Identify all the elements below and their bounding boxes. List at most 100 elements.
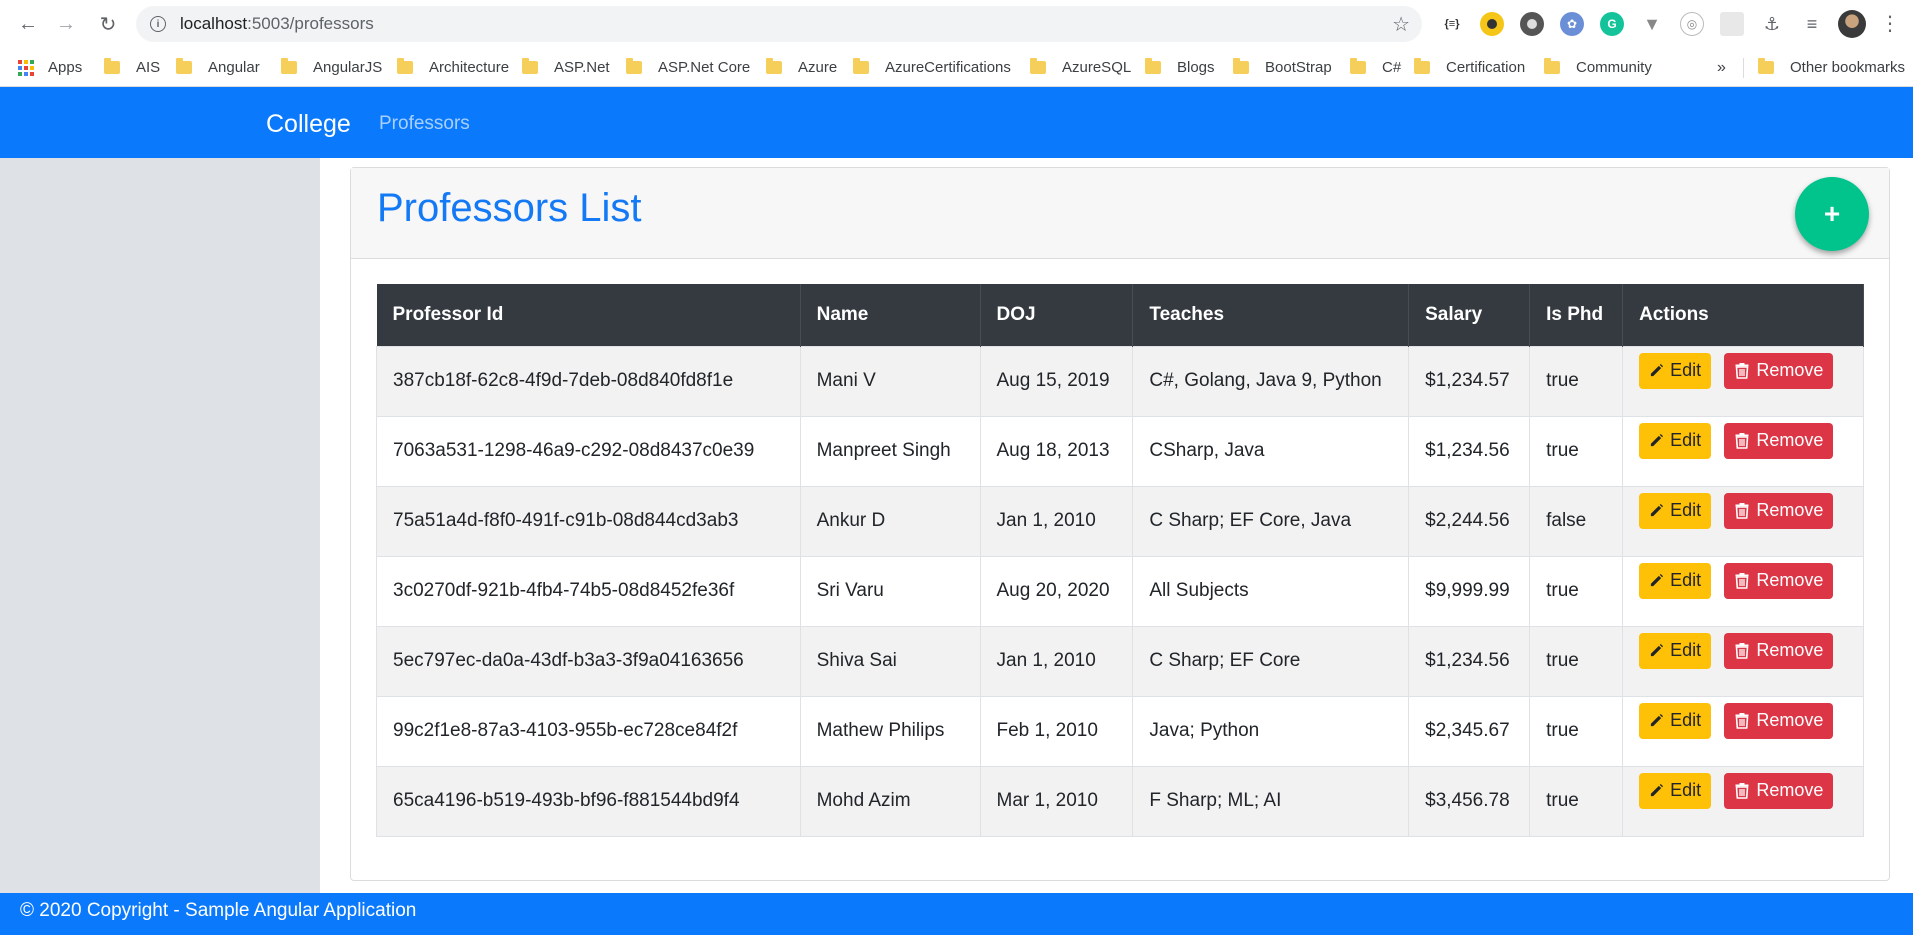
bookmark-apps[interactable]: Apps bbox=[18, 48, 82, 87]
remove-button[interactable]: Remove bbox=[1724, 772, 1834, 809]
edit-button-label: Edit bbox=[1670, 780, 1702, 800]
salary-cell: $2,244.56 bbox=[1408, 485, 1531, 556]
bookmark-azurecertifications[interactable]: AzureCertifications bbox=[853, 48, 1011, 87]
vue-devtools-icon[interactable]: ▼ bbox=[1640, 12, 1664, 36]
teaches-cell: CSharp, Java bbox=[1132, 415, 1410, 486]
pencil-icon bbox=[1649, 783, 1664, 798]
bookmark-azuresql[interactable]: AzureSQL bbox=[1030, 48, 1131, 87]
doj-cell: Jan 1, 2010 bbox=[980, 625, 1134, 696]
bookmark-angularjs[interactable]: AngularJS bbox=[281, 48, 382, 87]
pencil-icon bbox=[1649, 713, 1664, 728]
bookmarks-bar: Apps AIS Angular AngularJS Architecture … bbox=[0, 48, 1913, 87]
edit-button-label: Edit bbox=[1670, 710, 1702, 730]
bookmark-csharp[interactable]: C# bbox=[1350, 48, 1401, 87]
edit-button[interactable]: Edit bbox=[1639, 772, 1712, 809]
brand-link[interactable]: College bbox=[266, 110, 351, 139]
table-row: 99c2f1e8-87a3-4103-955b-ec728ce84f2f Mat… bbox=[376, 695, 1864, 766]
actions-cell: Edit Remove bbox=[1622, 555, 1864, 626]
folder-icon bbox=[626, 58, 642, 74]
extension-feather-icon[interactable]: ✿ bbox=[1560, 12, 1584, 36]
folder-icon bbox=[1030, 58, 1046, 74]
remove-button-label: Remove bbox=[1756, 430, 1824, 450]
pencil-icon bbox=[1649, 363, 1664, 378]
pencil-icon bbox=[1649, 433, 1664, 448]
pencil-icon bbox=[1649, 503, 1664, 518]
bookmark-other-bookmarks[interactable]: Other bookmarks bbox=[1758, 48, 1905, 87]
professor-id-cell: 65ca4196-b519-493b-bf96-f881544bd9f4 bbox=[376, 765, 801, 837]
table-row: 75a51a4d-f8f0-491f-c91b-08d844cd3ab3 Ank… bbox=[376, 485, 1864, 556]
edit-button-label: Edit bbox=[1670, 360, 1702, 380]
remove-button[interactable]: Remove bbox=[1724, 352, 1834, 389]
bookmark-community[interactable]: Community bbox=[1544, 48, 1652, 87]
doj-cell: Mar 1, 2010 bbox=[980, 765, 1134, 837]
column-header: Actions bbox=[1622, 284, 1864, 346]
professor-id-cell: 75a51a4d-f8f0-491f-c91b-08d844cd3ab3 bbox=[376, 485, 801, 556]
trash-icon bbox=[1734, 712, 1750, 729]
bookmark-architecture[interactable]: Architecture bbox=[397, 48, 509, 87]
trash-icon bbox=[1734, 572, 1750, 589]
column-header[interactable]: Teaches bbox=[1132, 284, 1410, 346]
add-professor-button[interactable]: + bbox=[1795, 177, 1869, 251]
extension-square-icon[interactable] bbox=[1720, 12, 1744, 36]
bookmark-ais[interactable]: AIS bbox=[104, 48, 160, 87]
remove-button[interactable]: Remove bbox=[1724, 492, 1834, 529]
reload-icon[interactable]: ↻ bbox=[94, 10, 122, 38]
professor-id-cell: 3c0270df-921b-4fb4-74b5-08d8452fe36f bbox=[376, 555, 801, 626]
nav-link-professors[interactable]: Professors bbox=[379, 113, 470, 135]
actions-cell: Edit Remove bbox=[1622, 485, 1864, 556]
professor-id-cell: 387cb18f-62c8-4f9d-7deb-08d840fd8f1e bbox=[376, 345, 801, 416]
remove-button-label: Remove bbox=[1756, 500, 1824, 520]
doj-cell: Aug 18, 2013 bbox=[980, 415, 1134, 486]
bookmark-blogs[interactable]: Blogs bbox=[1145, 48, 1215, 87]
profile-avatar[interactable] bbox=[1838, 10, 1866, 38]
is-phd-cell: true bbox=[1529, 555, 1624, 626]
column-header[interactable]: Salary bbox=[1408, 284, 1531, 346]
actions-cell: Edit Remove bbox=[1622, 345, 1864, 416]
bookmark-aspnet[interactable]: ASP.Net bbox=[522, 48, 610, 87]
reading-list-icon[interactable]: ≡ bbox=[1800, 12, 1824, 36]
edit-button-label: Edit bbox=[1670, 430, 1702, 450]
dark-mode-extension-icon[interactable] bbox=[1480, 12, 1504, 36]
bookmark-bootstrap[interactable]: BootStrap bbox=[1233, 48, 1332, 87]
extensions-puzzle-icon[interactable]: ⚓ bbox=[1760, 12, 1784, 36]
page-title: Professors List bbox=[377, 186, 642, 230]
bookmark-azure[interactable]: Azure bbox=[766, 48, 837, 87]
more-bookmarks-chevron-icon[interactable]: » bbox=[1717, 48, 1726, 87]
remove-button[interactable]: Remove bbox=[1724, 422, 1834, 459]
column-header[interactable]: Is Phd bbox=[1529, 284, 1624, 346]
bookmark-star-icon[interactable]: ☆ bbox=[1392, 12, 1410, 37]
address-bar[interactable]: i localhost:5003/professors ☆ bbox=[136, 6, 1422, 42]
folder-icon bbox=[176, 58, 192, 74]
edit-button[interactable]: Edit bbox=[1639, 632, 1712, 669]
salary-cell: $3,456.78 bbox=[1408, 765, 1531, 837]
edit-button[interactable]: Edit bbox=[1639, 352, 1712, 389]
bookmark-aspnet-core[interactable]: ASP.Net Core bbox=[626, 48, 750, 87]
doj-cell: Feb 1, 2010 bbox=[980, 695, 1134, 766]
extension-circle-icon[interactable] bbox=[1520, 12, 1544, 36]
json-extension-icon[interactable]: {≡} bbox=[1440, 12, 1464, 36]
back-icon[interactable]: ← bbox=[14, 10, 42, 38]
edit-button[interactable]: Edit bbox=[1639, 702, 1712, 739]
folder-icon bbox=[766, 58, 782, 74]
name-cell: Mohd Azim bbox=[800, 765, 981, 837]
grammarly-icon[interactable]: G bbox=[1600, 12, 1624, 36]
bookmark-certification[interactable]: Certification bbox=[1414, 48, 1525, 87]
column-header[interactable]: Professor Id bbox=[376, 284, 801, 346]
column-header[interactable]: DOJ bbox=[980, 284, 1134, 346]
remove-button[interactable]: Remove bbox=[1724, 562, 1834, 599]
browser-toolbar: ← → ↻ i localhost:5003/professors ☆ {≡} … bbox=[0, 0, 1913, 48]
site-info-icon[interactable]: i bbox=[150, 16, 166, 32]
folder-icon bbox=[104, 58, 120, 74]
remove-button[interactable]: Remove bbox=[1724, 702, 1834, 739]
column-header[interactable]: Name bbox=[800, 284, 981, 346]
browser-menu-icon[interactable]: ⋮ bbox=[1880, 10, 1900, 38]
extension-dial-icon[interactable]: ◎ bbox=[1680, 12, 1704, 36]
forward-icon[interactable]: → bbox=[52, 10, 80, 38]
professor-id-cell: 7063a531-1298-46a9-c292-08d8437c0e39 bbox=[376, 415, 801, 486]
edit-button[interactable]: Edit bbox=[1639, 492, 1712, 529]
edit-button[interactable]: Edit bbox=[1639, 562, 1712, 599]
doj-cell: Aug 20, 2020 bbox=[980, 555, 1134, 626]
remove-button[interactable]: Remove bbox=[1724, 632, 1834, 669]
bookmark-angular[interactable]: Angular bbox=[176, 48, 260, 87]
edit-button[interactable]: Edit bbox=[1639, 422, 1712, 459]
